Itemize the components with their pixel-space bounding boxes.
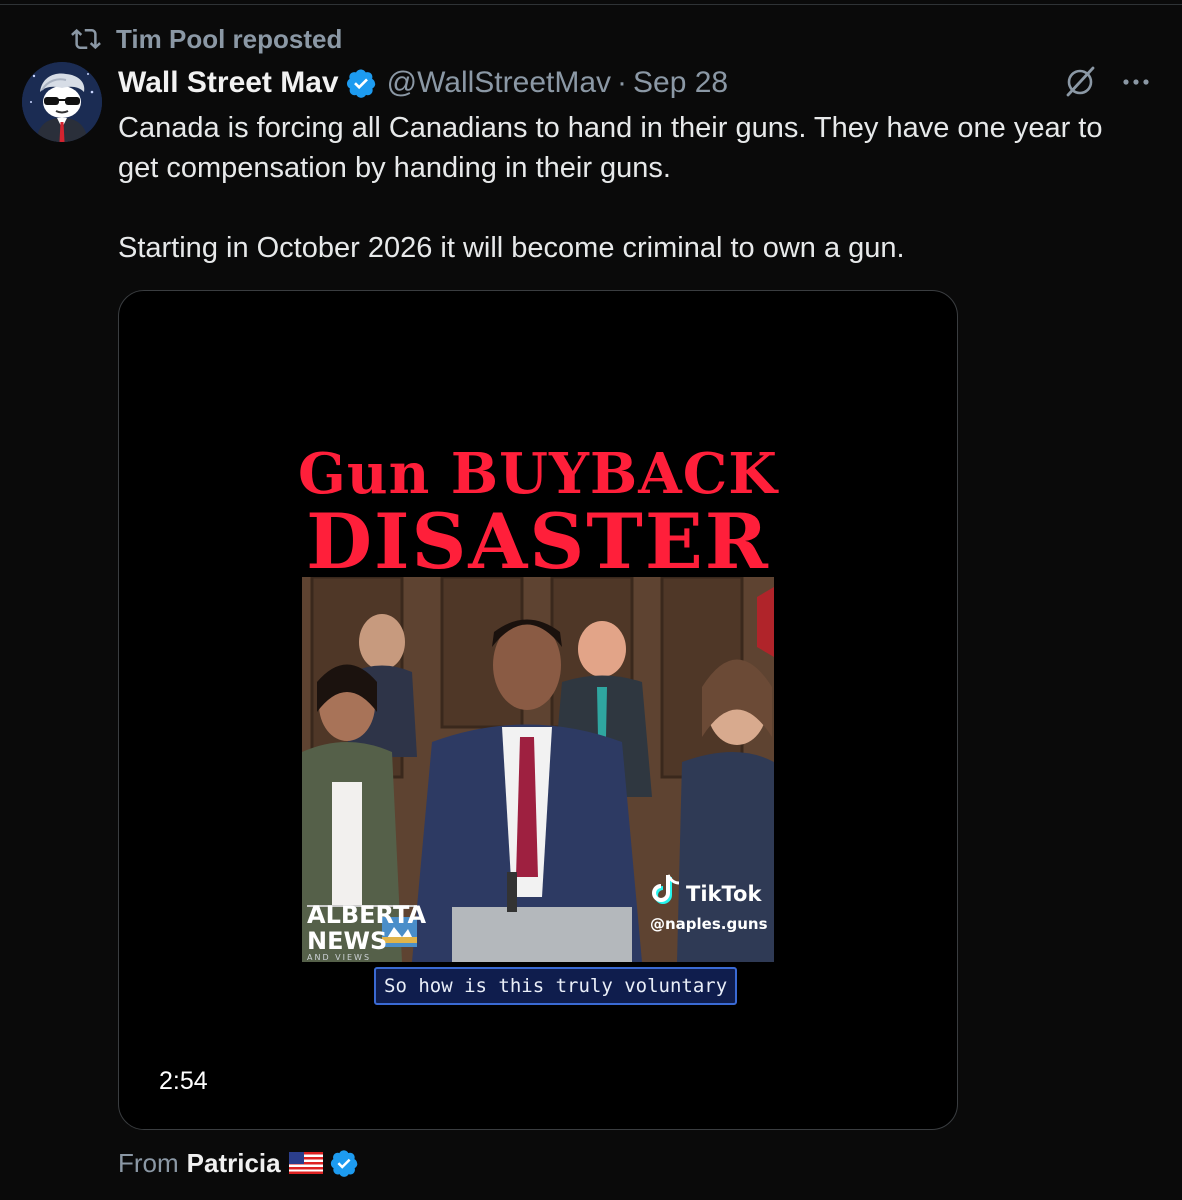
video-frame: ALBERTA NEWS AND VIEWS TikTok @naples.gu… [302,577,774,962]
source-prefix: From [118,1147,179,1178]
author-avatar[interactable] [22,62,102,142]
grok-icon[interactable] [1062,64,1098,100]
us-flag-icon [288,1152,323,1174]
tiktok-label: TikTok [686,882,762,906]
author-handle[interactable]: @WallStreetMav [387,66,611,100]
verified-badge-icon[interactable] [345,67,377,99]
author-name[interactable]: Wall Street Mav [118,66,339,100]
video-caption: So how is this truly voluntary [374,967,738,1005]
video-title-line2: DISASTER [306,497,770,586]
repost-indicator[interactable]: Tim Pool reposted [70,22,342,56]
alberta-news-logo-line2: NEWS [307,927,387,955]
post-text-line: Starting in October 2026 it will become … [118,232,905,264]
more-options-icon[interactable] [1116,62,1156,102]
repost-text: Tim Pool reposted [116,23,343,54]
video-duration: 2:54 [159,1067,208,1095]
repost-icon [71,28,101,50]
post-date[interactable]: Sep 28 [633,66,728,100]
separator-dot: · [617,66,628,99]
alberta-news-logo-line1: ALBERTA [307,901,426,929]
post-text-line: get compensation by handing in their gun… [118,152,671,184]
top-divider [0,4,1182,5]
source-attribution: From Patricia [118,1144,369,1182]
alberta-news-logo-line3: AND VIEWS [307,953,371,962]
video-player[interactable]: Gun BUYBACK DISASTER ALBERTA NEWS AND VI… [118,290,958,1130]
tiktok-handle: @naples.guns [650,915,768,933]
verified-badge-icon[interactable] [329,1148,359,1178]
post-text-line: Canada is forcing all Canadians to hand … [118,112,1103,144]
source-name[interactable]: Patricia [187,1148,281,1179]
post-text: Canada is forcing all Canadians to hand … [118,108,1168,268]
post-header: Wall Street Mav @WallStreetMav · Sep 28 [118,62,728,104]
